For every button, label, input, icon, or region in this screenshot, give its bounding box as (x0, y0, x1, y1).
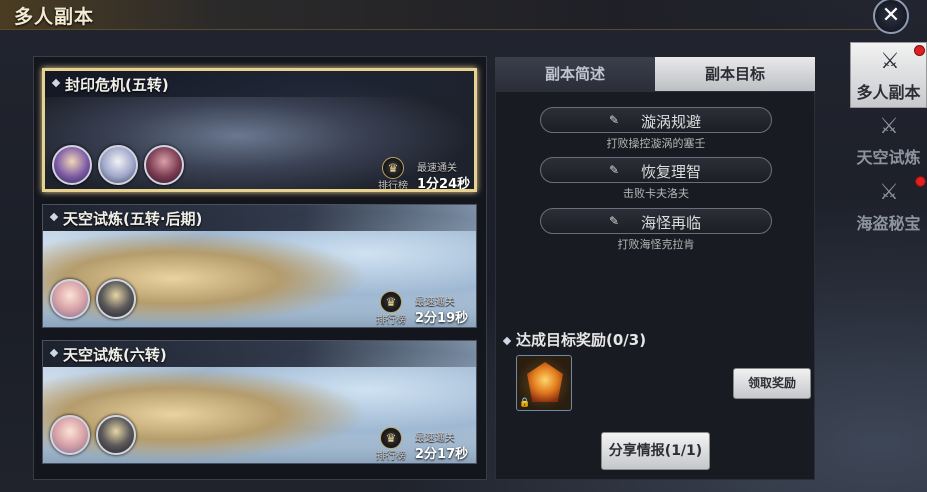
share-info-button[interactable]: 分享情报(1/1) (601, 432, 710, 470)
reward-heading-text: 达成目标奖励(0/3) (516, 331, 647, 349)
goal-description: 击败卡夫洛夫 (623, 187, 689, 200)
leaderboard-button[interactable]: ♛ 排行榜 (373, 427, 409, 462)
avatar[interactable] (50, 415, 90, 455)
window-title: 多人副本 (14, 6, 95, 28)
scroll-icon: ✎ (609, 163, 620, 177)
crossed-swords-icon: ⚔ (879, 114, 899, 139)
avatar[interactable] (96, 415, 136, 455)
goal-name: 恢复理智 (641, 163, 702, 181)
goal-description: 打败海怪克拉肯 (617, 238, 695, 251)
leaderboard-label: 排行榜 (376, 315, 406, 326)
notification-badge (915, 176, 926, 187)
goal-name: 海怪再临 (641, 214, 702, 232)
reward-heading: 达成目标奖励(0/3) (502, 329, 647, 350)
tab-overview[interactable]: 副本简述 (495, 57, 655, 91)
leaderboard-button[interactable]: ♛ 排行榜 (375, 157, 411, 189)
best-clear-time: 1分24秒 (417, 177, 471, 192)
card-header: 封印危机(五转) (45, 71, 474, 97)
scroll-icon: ✎ (609, 214, 620, 228)
diamond-icon (49, 348, 59, 358)
avatar[interactable] (52, 145, 92, 185)
diamond-icon (49, 212, 59, 222)
goal-item: ✎ 海怪再临 (540, 208, 772, 234)
trophy-icon: ♛ (380, 427, 402, 449)
best-clear-time: 2分19秒 (415, 311, 469, 326)
claim-reward-button[interactable]: 领取奖励 (733, 368, 811, 399)
avatar[interactable] (98, 145, 138, 185)
nav-sky-trial[interactable]: ⚔ 天空试炼 (850, 108, 927, 174)
card-header: 天空试炼(五转·后期) (43, 205, 476, 231)
crossed-swords-icon: ⚔ (879, 180, 899, 205)
lock-icon: 🔒 (519, 398, 531, 408)
nav-label: 天空试炼 (856, 148, 921, 167)
best-clear-label: 最速通关 (415, 433, 455, 444)
leaderboard-label: 排行榜 (376, 451, 406, 462)
best-clear-label: 最速通关 (415, 297, 455, 308)
emblem-icon (527, 362, 563, 402)
best-clear-time: 2分17秒 (415, 447, 469, 462)
goal-description: 打败操控漩涡的塞壬 (606, 137, 706, 150)
title-bar: 多人副本 (0, 0, 880, 30)
avatar[interactable] (50, 279, 90, 319)
trophy-icon: ♛ (380, 291, 402, 313)
dungeon-title: 天空试炼(六转) (63, 346, 167, 364)
crossed-swords-icon: ⚔ (880, 49, 900, 74)
trophy-icon: ♛ (382, 157, 404, 179)
tab-objectives[interactable]: 副本目标 (655, 57, 815, 91)
notification-badge (914, 45, 925, 56)
avatar[interactable] (96, 279, 136, 319)
card-header: 天空试炼(六转) (43, 341, 476, 367)
leaderboard-button[interactable]: ♛ 排行榜 (373, 291, 409, 326)
leaderboard-label: 排行榜 (378, 181, 408, 192)
nav-label: 海盗秘宝 (856, 214, 921, 233)
scroll-icon: ✎ (609, 113, 620, 127)
dungeon-title: 天空试炼(五转·后期) (63, 210, 203, 228)
goal-name: 漩涡规避 (641, 113, 702, 131)
dungeon-card-sky-trial-six[interactable]: 天空试炼(六转) ♛ 排行榜 最速通关 2分17秒 (42, 340, 477, 464)
avatar[interactable] (144, 145, 184, 185)
dungeon-card-sky-trial-late[interactable]: 天空试炼(五转·后期) ♛ 排行榜 最速通关 2分19秒 (42, 204, 477, 328)
dungeon-title: 封印危机(五转) (65, 76, 169, 94)
nav-label: 多人副本 (856, 83, 921, 102)
close-icon: ✕ (881, 3, 901, 28)
diamond-icon (502, 336, 512, 345)
nav-pirate-treasure[interactable]: ⚔ 海盗秘宝 (850, 174, 927, 240)
tab-bar: 副本简述 副本目标 (495, 57, 815, 91)
dungeon-card-seal-crisis[interactable]: 封印危机(五转) ♛ 排行榜 最速通关 1分24秒 (42, 68, 477, 192)
best-clear-label: 最速通关 (417, 163, 457, 174)
nav-multiplayer-dungeon[interactable]: ⚔ 多人副本 (850, 42, 927, 108)
diamond-icon (51, 78, 61, 88)
goal-item: ✎ 恢复理智 (540, 157, 772, 183)
goal-item: ✎ 漩涡规避 (540, 107, 772, 133)
reward-item[interactable]: 🔒 (516, 355, 572, 411)
dungeon-list: 封印危机(五转) ♛ 排行榜 最速通关 1分24秒 天空试炼(五转·后期) ♛ … (33, 56, 487, 480)
